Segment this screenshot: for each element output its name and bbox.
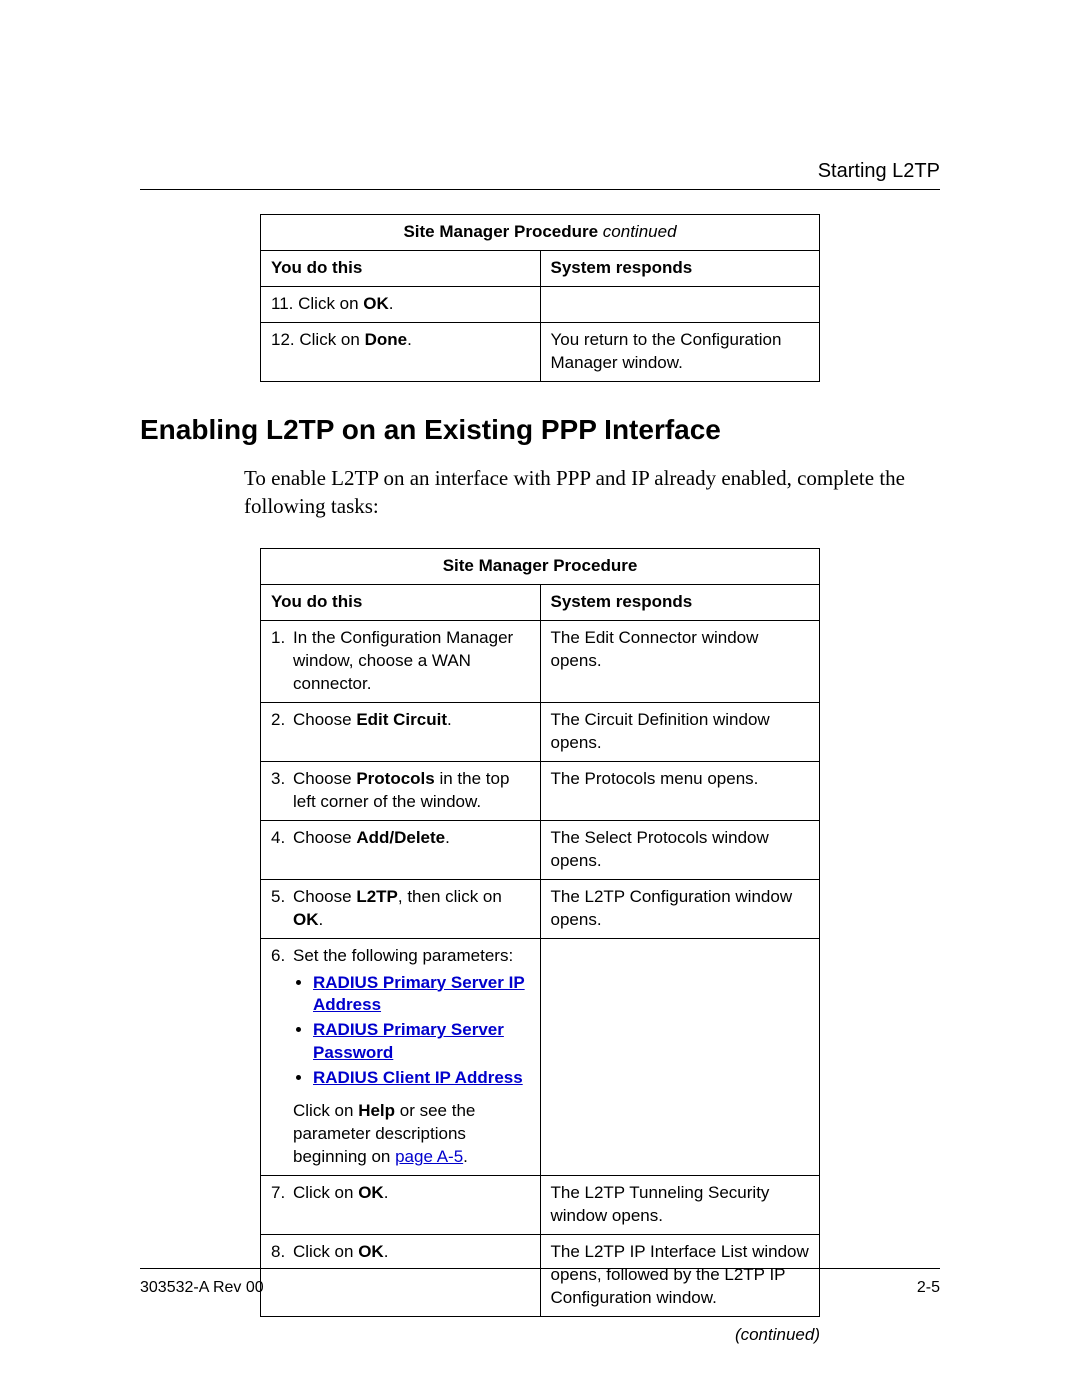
step-text: . [384, 1242, 389, 1261]
step-num: 3. [271, 768, 293, 814]
footer-pagenum: 2-5 [917, 1279, 940, 1297]
step-num: 2. [271, 709, 293, 732]
footer-rule [140, 1268, 940, 1269]
step-text: Choose [293, 710, 356, 729]
step-text: . [445, 828, 450, 847]
step-bold: OK [358, 1183, 384, 1202]
step-text: . [447, 710, 452, 729]
radius-client-ip-link[interactable]: RADIUS Client IP Address [313, 1068, 523, 1087]
step-num: 7. [271, 1182, 293, 1205]
step-response: The Select Protocols window opens. [540, 820, 820, 879]
radius-primary-ip-link[interactable]: RADIUS Primary Server IP Address [313, 973, 525, 1015]
footer-docid: 303532-A Rev 00 [140, 1279, 264, 1297]
section-heading: Enabling L2TP on an Existing PPP Interfa… [140, 414, 940, 446]
step-text: . [384, 1183, 389, 1202]
step-text: Click on [293, 1183, 358, 1202]
step-bold: Edit Circuit [356, 710, 447, 729]
header-rule [140, 189, 940, 190]
table-row: 4.Choose Add/Delete. The Select Protocol… [261, 820, 820, 879]
step-num: 6. [271, 945, 293, 1169]
step-response [540, 286, 820, 322]
table-row: 11. Click on OK. [261, 286, 820, 322]
table1-head-left: You do this [261, 250, 541, 286]
step-response [540, 938, 820, 1175]
step-text: Choose [293, 769, 356, 788]
step-response: The Circuit Definition window opens. [540, 703, 820, 762]
step-text: Choose [293, 828, 356, 847]
table-row: 7.Click on OK. The L2TP Tunneling Securi… [261, 1176, 820, 1235]
running-head: Starting L2TP [140, 160, 940, 189]
step-bold: Done [365, 330, 408, 349]
page-a5-link[interactable]: page A-5 [395, 1147, 463, 1166]
table-row: 6. Set the following parameters: RADIUS … [261, 938, 820, 1175]
step-text: . [319, 910, 324, 929]
table1-title-suffix: continued [598, 222, 676, 241]
table2-head-left: You do this [261, 585, 541, 621]
step-text: In the Configuration Manager window, cho… [293, 627, 530, 696]
step-response: You return to the Configuration Manager … [540, 322, 820, 381]
intro-paragraph: To enable L2TP on an interface with PPP … [244, 464, 940, 521]
continued-label: (continued) [260, 1325, 820, 1345]
step-bold: Protocols [356, 769, 434, 788]
step-num: 12. [271, 330, 295, 349]
step-text: Click on [299, 330, 364, 349]
step-text: Click on [298, 294, 363, 313]
step-response: The L2TP Configuration window opens. [540, 879, 820, 938]
step-num: 4. [271, 827, 293, 850]
step-bold: OK [293, 910, 319, 929]
table2-head-right: System responds [540, 585, 820, 621]
step-text: , then click on [398, 887, 502, 906]
step-text: Set the following parameters: [293, 946, 513, 965]
step-response: The L2TP Tunneling Security window opens… [540, 1176, 820, 1235]
step-text: . [407, 330, 412, 349]
step-num: 5. [271, 886, 293, 932]
table-row: 3.Choose Protocols in the top left corne… [261, 761, 820, 820]
procedure-table: Site Manager Procedure You do this Syste… [260, 548, 820, 1316]
table-row: 1.In the Configuration Manager window, c… [261, 621, 820, 703]
page-footer: 303532-A Rev 00 2-5 [140, 1268, 940, 1297]
table1-head-right: System responds [540, 250, 820, 286]
step-text: Click on [293, 1242, 358, 1261]
step-num: 11. [271, 294, 293, 313]
step-num: 1. [271, 627, 293, 696]
step-text: . [389, 294, 394, 313]
table-row: 2.Choose Edit Circuit. The Circuit Defin… [261, 703, 820, 762]
table-row: 12. Click on Done. You return to the Con… [261, 322, 820, 381]
step-bold: Add/Delete [356, 828, 445, 847]
step-bold: L2TP [356, 887, 398, 906]
table-row: 5.Choose L2TP, then click on OK. The L2T… [261, 879, 820, 938]
procedure-table-continued: Site Manager Procedure continued You do … [260, 214, 820, 382]
step-response: The Edit Connector window opens. [540, 621, 820, 703]
table1-title: Site Manager Procedure [403, 222, 598, 241]
step-text: . [463, 1147, 468, 1166]
step-bold: OK [363, 294, 389, 313]
step-text: Choose [293, 887, 356, 906]
step-num: 8. [271, 1241, 293, 1264]
step-text: Click on [293, 1101, 358, 1120]
step-bold: Help [358, 1101, 395, 1120]
table2-title: Site Manager Procedure [261, 549, 820, 585]
step-response: The Protocols menu opens. [540, 761, 820, 820]
radius-primary-password-link[interactable]: RADIUS Primary Server Password [313, 1020, 504, 1062]
step-bold: OK [358, 1242, 384, 1261]
